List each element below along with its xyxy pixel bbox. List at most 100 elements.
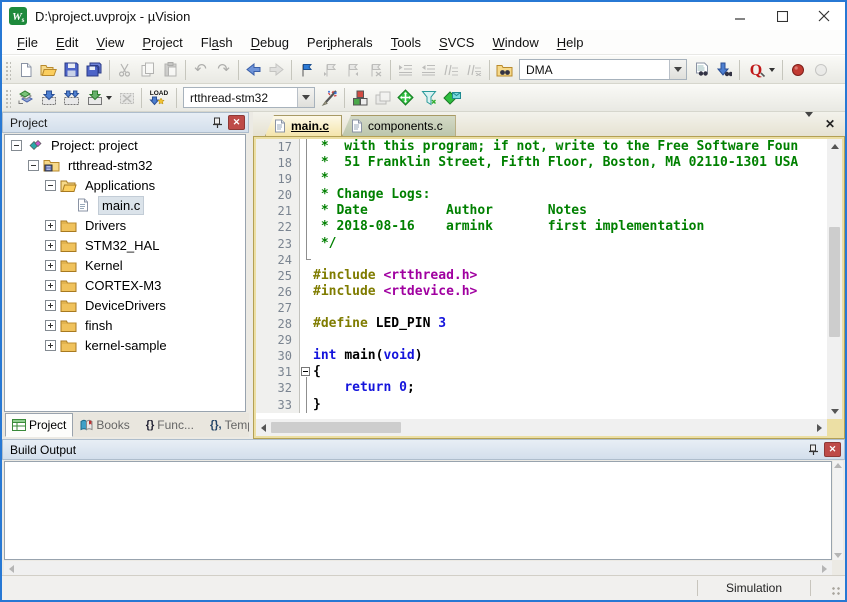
toolbar-grip[interactable] [4,60,11,80]
menu-project[interactable]: Project [133,31,191,54]
indent-button[interactable] [394,58,417,81]
expand-icon[interactable] [45,260,56,271]
menu-debug[interactable]: Debug [242,31,298,54]
tab-books[interactable]: Books [73,413,136,437]
uncomment-selection-button[interactable] [463,58,486,81]
search-combobox-dropdown[interactable] [669,60,686,79]
close-button[interactable] [803,2,845,30]
build-scroll-left-icon[interactable] [4,561,19,576]
code-line-26[interactable]: 26#include <rtdevice.h> [256,284,827,300]
collapse-icon[interactable] [45,180,56,191]
editor-horizontal-scrollbar[interactable] [256,419,827,436]
scroll-left-icon[interactable] [256,420,271,435]
expand-icon[interactable] [45,240,56,251]
navigate-back-button[interactable] [242,58,265,81]
comment-selection-button[interactable] [440,58,463,81]
save-all-button[interactable] [83,58,106,81]
options-for-target-button[interactable] [318,86,341,109]
scroll-down-icon[interactable] [827,404,842,419]
tree-item-drivers[interactable]: Drivers [5,215,245,235]
expand-icon[interactable] [45,300,56,311]
code-line-17[interactable]: 17 * with this program; if not, write to… [256,139,827,155]
tree-item-main-c[interactable]: main.c [5,195,245,215]
cut-button[interactable] [113,58,136,81]
find-in-files-button[interactable] [493,58,516,81]
menu-file[interactable]: File [8,31,47,54]
menu-tools[interactable]: Tools [382,31,430,54]
search-combobox[interactable]: DMA [519,59,687,80]
multi-project-workspace-button[interactable] [371,86,394,109]
editor-vertical-scrollbar[interactable] [827,139,842,419]
tree-item-stm32-hal[interactable]: STM32_HAL [5,235,245,255]
minimize-button[interactable] [719,2,761,30]
download-button[interactable]: LOAD [145,86,173,109]
manage-components-button[interactable] [348,86,371,109]
fold-collapse-icon[interactable] [300,364,313,380]
new-file-button[interactable] [14,58,37,81]
code-line-31[interactable]: 31{ [256,364,827,380]
tab-project[interactable]: Project [5,413,73,437]
quick-search-button[interactable]: Q [743,58,779,81]
copy-button[interactable] [136,58,159,81]
open-file-button[interactable] [37,58,60,81]
tree-item-finsh[interactable]: finsh [5,315,245,335]
incremental-find-button[interactable] [713,58,736,81]
scroll-up-icon[interactable] [827,139,842,154]
expand-icon[interactable] [45,340,56,351]
collapse-icon[interactable] [28,160,39,171]
code-line-19[interactable]: 19 * [256,171,827,187]
build-scroll-right-icon[interactable] [817,561,832,576]
code-line-21[interactable]: 21 * Date Author Notes [256,203,827,219]
build-output-hscroll[interactable] [4,561,832,576]
tree-item-devicedrivers[interactable]: DeviceDrivers [5,295,245,315]
target-select-combobox[interactable]: rtthread-stm32 [183,87,315,108]
pack-installer-button[interactable] [440,86,463,109]
build-button[interactable] [37,86,60,109]
project-close-icon[interactable]: ✕ [228,115,245,130]
batch-build-button[interactable] [83,86,115,109]
enable-disable-breakpoint-button[interactable] [809,58,832,81]
prev-bookmark-button[interactable] [318,58,341,81]
vscroll-thumb[interactable] [829,227,840,337]
tab-components-c[interactable]: components.c [342,115,456,136]
rebuild-button[interactable] [60,86,83,109]
translate-button[interactable] [14,86,37,109]
menu-peripherals[interactable]: Peripherals [298,31,382,54]
tree-item-kernel-sample[interactable]: kernel-sample [5,335,245,355]
tree-item-kernel[interactable]: Kernel [5,255,245,275]
resize-grip[interactable] [811,576,845,600]
navigate-forward-button[interactable] [265,58,288,81]
code-line-24[interactable]: 24 [256,252,827,268]
stop-build-button[interactable] [115,86,138,109]
menu-view[interactable]: View [87,31,133,54]
menu-help[interactable]: Help [548,31,593,54]
code-line-18[interactable]: 18 * 51 Franklin Street, Fifth Floor, Bo… [256,155,827,171]
select-software-packs-button[interactable] [417,86,440,109]
hscroll-thumb[interactable] [271,422,401,433]
toolbar-grip-2[interactable] [4,88,11,108]
code-line-27[interactable]: 27 [256,300,827,316]
code-line-22[interactable]: 22 * 2018-08-16 armink first implementat… [256,219,827,235]
tab-main-c[interactable]: main.c [265,115,342,136]
tab-functions[interactable]: {} Func... [139,413,201,437]
redo-button[interactable]: ↷ [212,58,235,81]
build-output-pin-icon[interactable] [805,442,822,457]
code-line-30[interactable]: 30int main(void) [256,348,827,364]
clear-bookmarks-button[interactable] [364,58,387,81]
build-output-vscroll[interactable] [833,461,843,560]
paste-button[interactable] [159,58,182,81]
target-combobox-value[interactable]: rtthread-stm32 [184,91,297,105]
insert-breakpoint-button[interactable] [786,58,809,81]
scroll-right-icon[interactable] [812,420,827,435]
save-button[interactable] [60,58,83,81]
close-document-icon[interactable]: ✕ [825,118,835,130]
menu-svcs[interactable]: SVCS [430,31,483,54]
find-button[interactable] [690,58,713,81]
build-scroll-up-icon[interactable] [834,463,842,468]
menu-edit[interactable]: Edit [47,31,87,54]
code-line-23[interactable]: 23 */ [256,236,827,252]
project-pin-icon[interactable] [209,115,226,130]
build-output-close-icon[interactable]: ✕ [824,442,841,457]
code-editor[interactable]: 17 * with this program; if not, write to… [256,139,827,419]
build-scroll-down-icon[interactable] [834,553,842,558]
